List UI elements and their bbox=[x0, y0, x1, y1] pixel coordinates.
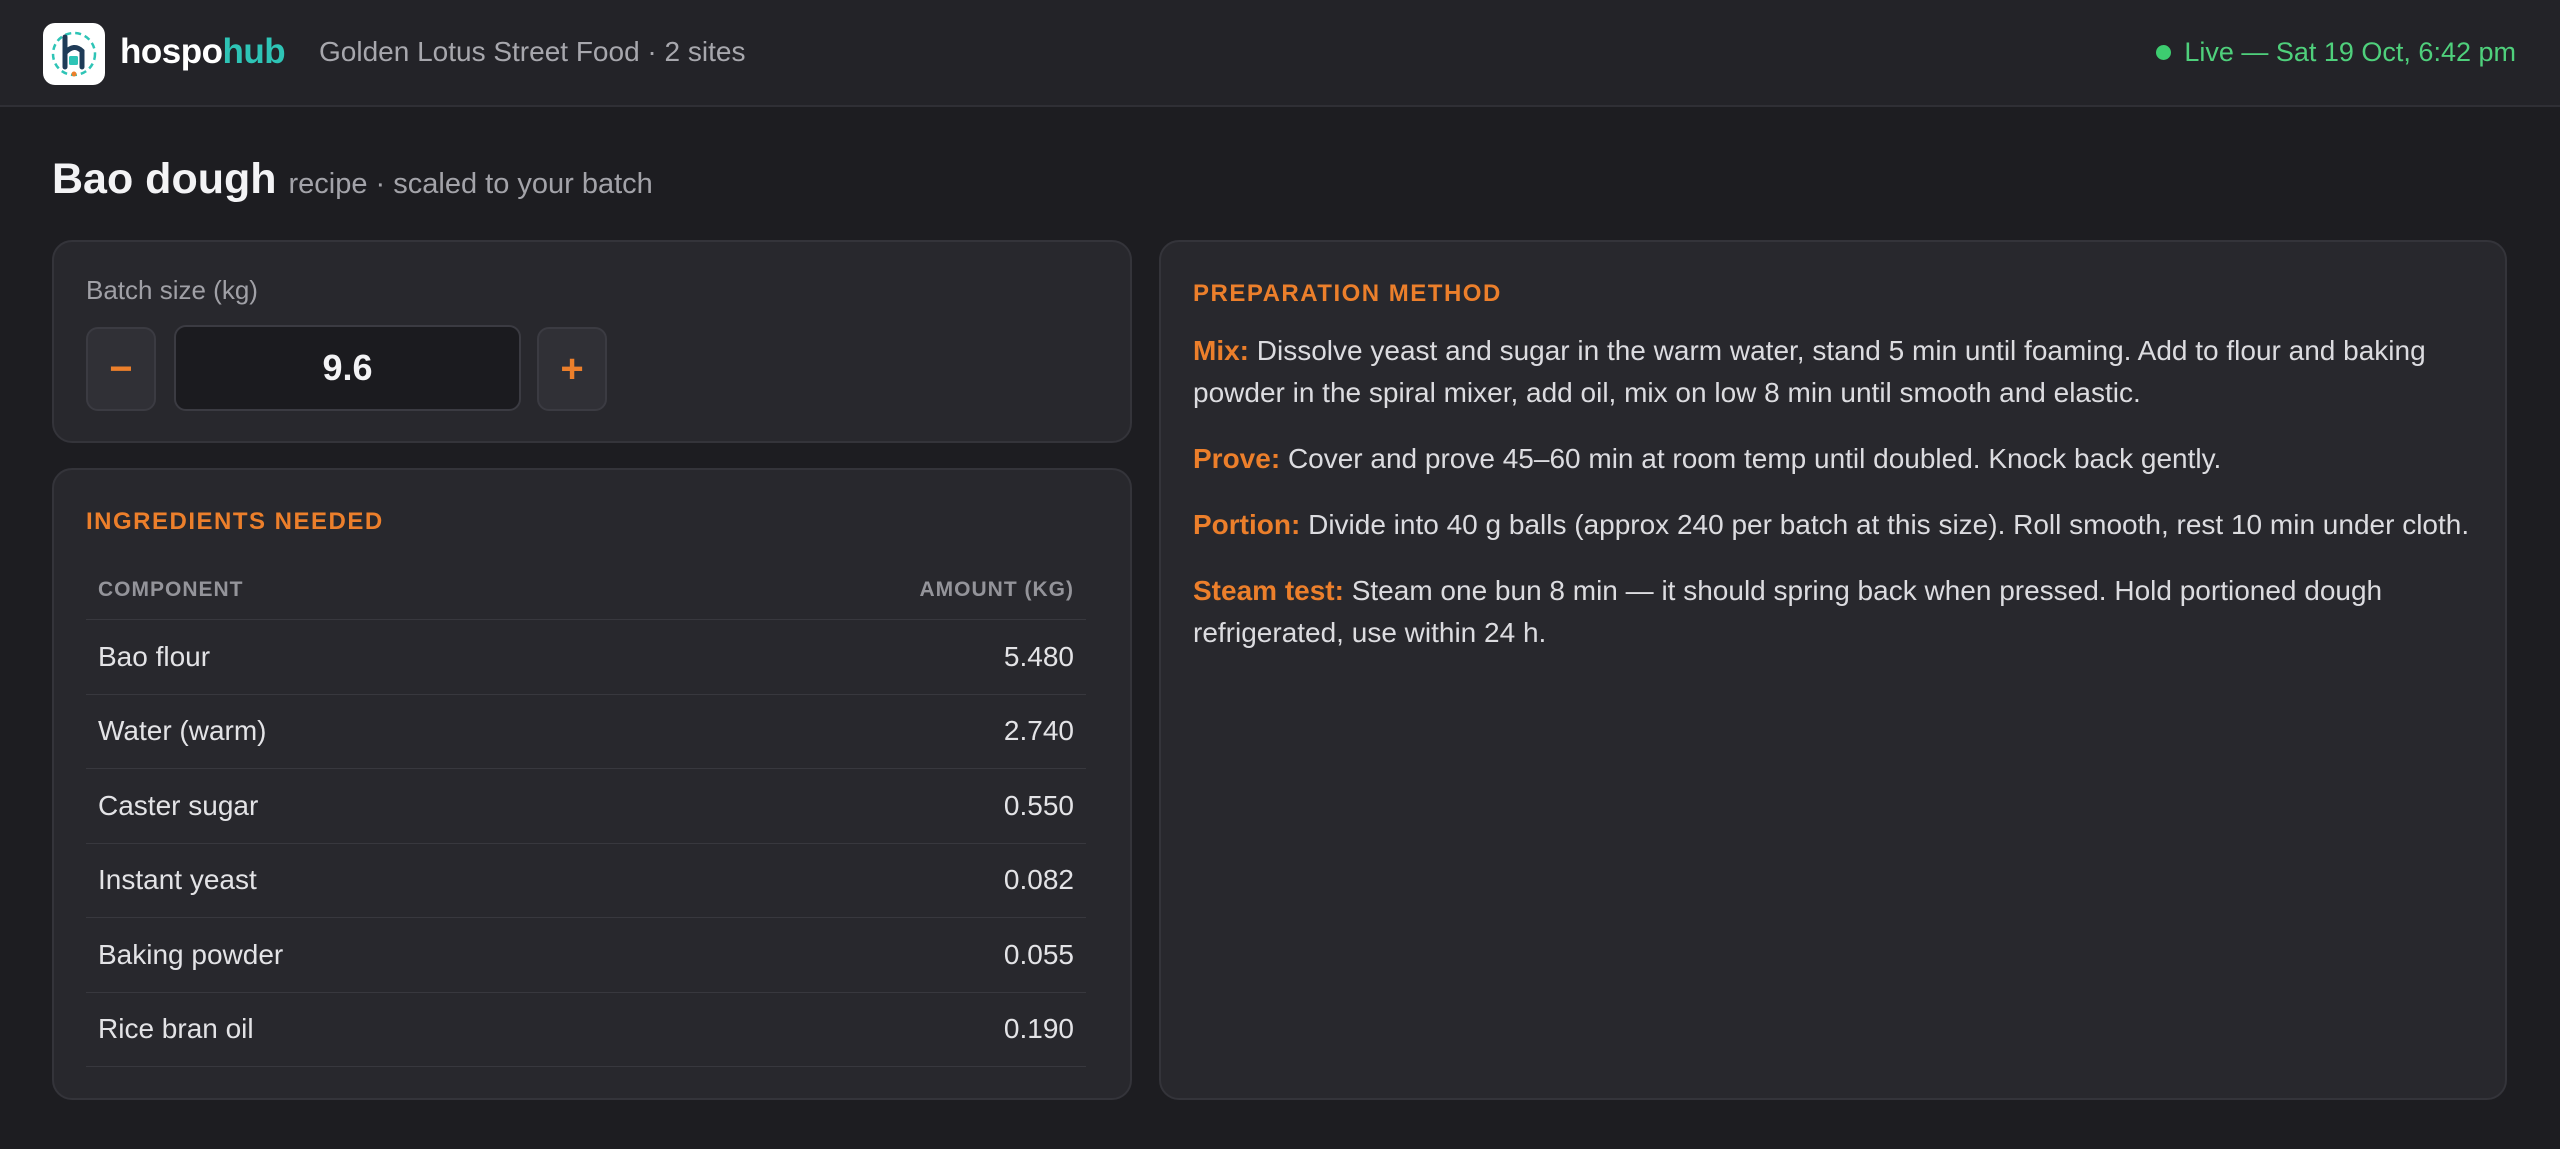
ingredient-name: Instant yeast bbox=[98, 864, 257, 896]
table-row: Caster sugar 0.550 bbox=[86, 769, 1086, 844]
ingredient-amount: 0.082 bbox=[1003, 864, 1074, 896]
table-row: Rice bran oil 0.190 bbox=[86, 993, 1086, 1067]
step-text: Dissolve yeast and sugar in the warm wat… bbox=[1193, 335, 2426, 408]
batch-size-panel: Batch size (kg) − 9.6 + bbox=[52, 240, 1132, 443]
step-label: Portion: bbox=[1193, 509, 1301, 540]
ingredient-name: Caster sugar bbox=[98, 789, 259, 821]
decrement-batch-button[interactable]: − bbox=[86, 327, 156, 411]
table-row: Bao flour 5.480 bbox=[86, 620, 1086, 695]
ingredients-panel: INGREDIENTS NEEDED COMPONENT AMOUNT (KG)… bbox=[52, 468, 1132, 1100]
top-bar: hospohub Golden Lotus Street Food · 2 si… bbox=[0, 0, 2560, 107]
method-step-steam-test: Steam test: Steam one bun 8 min — it sho… bbox=[1193, 570, 2483, 654]
ingredient-name: Baking powder bbox=[98, 938, 284, 970]
step-label: Prove: bbox=[1193, 443, 1281, 474]
minus-icon: − bbox=[109, 347, 133, 391]
step-label: Mix: bbox=[1193, 335, 1249, 366]
organisation-name: Golden Lotus Street Food · 2 sites bbox=[319, 36, 746, 67]
page-subtitle: recipe · scaled to your batch bbox=[288, 168, 653, 200]
method-steps: Mix: Dissolve yeast and sugar in the war… bbox=[1193, 330, 2483, 678]
preparation-method-panel: PREPARATION METHOD Mix: Dissolve yeast a… bbox=[1159, 240, 2507, 1100]
ingredient-amount: 0.190 bbox=[1003, 1013, 1074, 1045]
method-step-prove: Prove: Cover and prove 45–60 min at room… bbox=[1193, 438, 2483, 480]
brand-name-part1: hospo bbox=[120, 32, 223, 71]
step-text: Cover and prove 45–60 min at room temp u… bbox=[1287, 443, 2222, 474]
increment-batch-button[interactable]: + bbox=[537, 327, 607, 411]
ingredient-name: Water (warm) bbox=[98, 715, 267, 747]
page-heading: Bao dough recipe · scaled to your batch bbox=[52, 155, 653, 204]
table-row: Baking powder 0.055 bbox=[86, 918, 1086, 993]
table-row: Water (warm) 2.740 bbox=[86, 695, 1086, 769]
ingredient-amount: 5.480 bbox=[1003, 640, 1074, 672]
hospohub-logo-icon[interactable] bbox=[43, 23, 105, 85]
step-text: Divide into 40 g balls (approx 240 per b… bbox=[1308, 509, 2470, 540]
plus-icon: + bbox=[560, 347, 584, 391]
batch-size-input[interactable]: 9.6 bbox=[174, 325, 521, 411]
step-text: Steam one bun 8 min — it should spring b… bbox=[1193, 575, 2383, 648]
ingredient-name: Rice bran oil bbox=[98, 1013, 254, 1045]
batch-size-label: Batch size (kg) bbox=[86, 275, 258, 305]
column-header-amount: AMOUNT (KG) bbox=[919, 577, 1074, 601]
live-dot-icon bbox=[2156, 44, 2172, 60]
ingredients-section-title: INGREDIENTS NEEDED bbox=[86, 508, 384, 535]
ingredients-table: COMPONENT AMOUNT (KG) Bao flour 5.480 Wa… bbox=[86, 560, 1086, 1067]
ingredient-name: Bao flour bbox=[98, 640, 211, 672]
step-label: Steam test: bbox=[1193, 575, 1344, 606]
brand-name-part2: hub bbox=[222, 32, 286, 71]
live-status: Live — Sat 19 Oct, 6:42 pm bbox=[2156, 34, 2516, 70]
table-row: Instant yeast 0.082 bbox=[86, 844, 1086, 918]
ingredient-amount: 0.055 bbox=[1003, 938, 1074, 970]
method-step-mix: Mix: Dissolve yeast and sugar in the war… bbox=[1193, 330, 2483, 414]
brand-name[interactable]: hospohub bbox=[120, 30, 286, 74]
ingredient-amount: 0.550 bbox=[1003, 789, 1074, 821]
table-header: COMPONENT AMOUNT (KG) bbox=[86, 560, 1086, 620]
ingredient-amount: 2.740 bbox=[1003, 715, 1074, 747]
column-header-component: COMPONENT bbox=[98, 577, 244, 601]
live-status-text: Live — Sat 19 Oct, 6:42 pm bbox=[2184, 37, 2516, 67]
page-title: Bao dough bbox=[52, 155, 277, 203]
method-section-title: PREPARATION METHOD bbox=[1193, 280, 1502, 307]
method-step-portion: Portion: Divide into 40 g balls (approx … bbox=[1193, 504, 2483, 546]
